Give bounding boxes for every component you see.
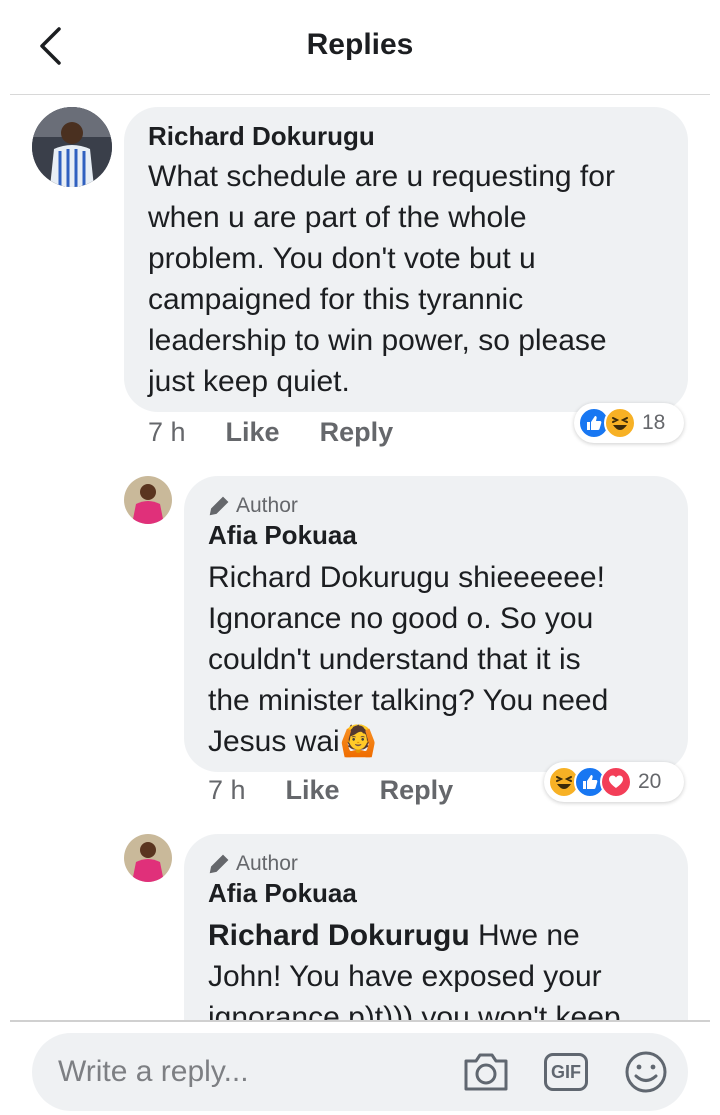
author-badge: Author — [208, 492, 664, 520]
comment-text: Richard Dokurugu shieeeeee! Ignorance no… — [208, 561, 609, 758]
gif-label: GIF — [551, 1061, 581, 1082]
like-button[interactable]: Like — [286, 775, 340, 806]
reply-button[interactable]: Reply — [380, 775, 454, 806]
pencil-icon — [209, 854, 229, 874]
commenter-name[interactable]: Afia Pokuaa — [208, 520, 664, 551]
reaction-count: 18 — [642, 411, 666, 434]
comment-actions: 7 h Like Reply — [208, 775, 453, 806]
smiley-icon — [625, 1051, 667, 1093]
haha-reaction-icon — [604, 407, 636, 439]
composer-divider — [10, 1020, 710, 1022]
top-bar: Replies — [0, 0, 720, 94]
author-label: Author — [236, 494, 298, 517]
comment-bubble[interactable]: Richard Dokurugu What schedule are u req… — [124, 107, 688, 412]
avatar[interactable] — [124, 834, 172, 882]
reply-composer[interactable]: Write a reply... GIF — [32, 1033, 688, 1111]
comment-actions: 7 h Like Reply — [148, 417, 393, 448]
like-button[interactable]: Like — [226, 417, 280, 448]
replies-thread[interactable]: Richard Dokurugu What schedule are u req… — [0, 95, 720, 1020]
profile-photo-icon — [124, 476, 172, 524]
camera-button[interactable] — [462, 1049, 510, 1095]
mention-link[interactable]: Richard Dokurugu — [208, 919, 470, 952]
camera-icon — [464, 1053, 508, 1091]
reaction-summary[interactable]: 18 — [574, 403, 684, 443]
profile-photo-icon — [124, 834, 172, 882]
avatar[interactable] — [32, 107, 112, 187]
pencil-icon — [209, 496, 229, 516]
gif-icon: GIF — [544, 1053, 588, 1091]
author-label: Author — [236, 852, 298, 875]
comment-bubble[interactable]: Author Afia Pokuaa Richard Dokurugu Hwe … — [184, 834, 688, 1020]
commenter-name[interactable]: Richard Dokurugu — [148, 121, 664, 152]
avatar[interactable] — [124, 476, 172, 524]
comment-time[interactable]: 7 h — [208, 775, 246, 806]
emoji-button[interactable] — [622, 1049, 670, 1095]
comment-time[interactable]: 7 h — [148, 417, 186, 448]
page-title: Replies — [306, 28, 414, 61]
comment-text: Richard Dokurugu Hwe ne John! You have e… — [208, 915, 664, 1020]
commenter-name[interactable]: Afia Pokuaa — [208, 878, 664, 909]
reaction-count: 20 — [638, 770, 662, 793]
profile-photo-icon — [32, 107, 112, 187]
comment-text: What schedule are u requesting for when … — [148, 160, 615, 398]
gif-button[interactable]: GIF — [542, 1049, 590, 1095]
reaction-summary[interactable]: 20 — [544, 762, 684, 802]
reply-input[interactable]: Write a reply... — [58, 1055, 249, 1089]
reply-button[interactable]: Reply — [320, 417, 394, 448]
love-reaction-icon — [600, 766, 632, 798]
comment-bubble[interactable]: Author Afia Pokuaa Richard Dokurugu shie… — [184, 476, 688, 772]
author-badge: Author — [208, 850, 664, 878]
